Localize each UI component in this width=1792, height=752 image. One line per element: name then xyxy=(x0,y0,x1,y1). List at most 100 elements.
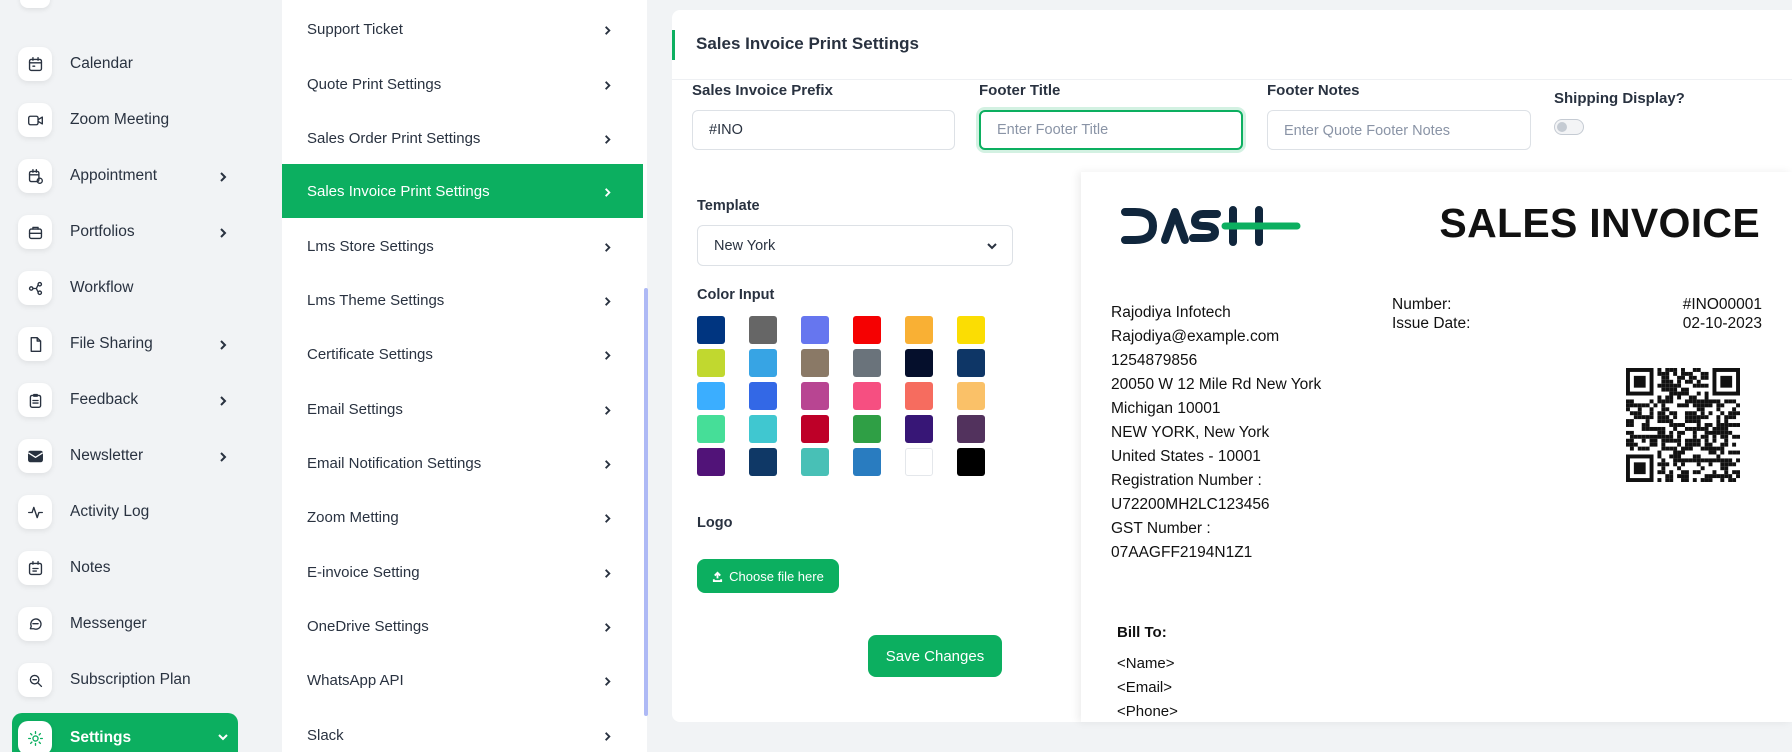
chevron-right-icon xyxy=(602,294,613,306)
company-detail-line: NEW YORK, New York xyxy=(1111,424,1270,441)
nav-item-calendar[interactable]: Calendar xyxy=(12,41,238,87)
submenu-item-label: Quote Print Settings xyxy=(307,75,442,93)
color-swatch[interactable] xyxy=(905,349,933,377)
color-swatch[interactable] xyxy=(801,382,829,410)
color-swatch[interactable] xyxy=(905,316,933,344)
nav-item-label: Workflow xyxy=(70,279,134,296)
color-swatch[interactable] xyxy=(853,316,881,344)
submenu-item-sales-invoice-print-settings[interactable]: Sales Invoice Print Settings xyxy=(282,164,643,218)
color-swatch[interactable] xyxy=(853,382,881,410)
qr-code-icon xyxy=(1626,368,1740,482)
color-swatch[interactable] xyxy=(697,448,725,476)
chevron-down-icon xyxy=(217,730,229,742)
issue-date-label: Issue Date: xyxy=(1392,315,1471,332)
nav-item-portfolios[interactable]: Portfolios xyxy=(12,209,238,255)
color-swatch[interactable] xyxy=(957,382,985,410)
nav-item-appointment[interactable]: Appointment xyxy=(12,153,238,199)
submenu-item-label: WhatsApp API xyxy=(307,671,404,689)
nav-item-feedback[interactable]: Feedback xyxy=(12,377,238,423)
prefix-input[interactable] xyxy=(692,110,955,150)
color-swatch[interactable] xyxy=(853,349,881,377)
chevron-right-icon xyxy=(217,226,229,238)
nav-icon-partial xyxy=(20,0,50,8)
color-swatch[interactable] xyxy=(801,349,829,377)
nav-item-label: Subscription Plan xyxy=(70,671,191,688)
color-swatch[interactable] xyxy=(905,382,933,410)
company-detail-line: United States - 10001 xyxy=(1111,448,1261,465)
submenu-scrollbar-thumb[interactable] xyxy=(644,288,648,716)
footer-title-input[interactable] xyxy=(979,110,1243,150)
submenu-item-onedrive-settings[interactable]: OneDrive Settings xyxy=(282,599,643,653)
company-detail-line: 07AAGFF2194N1Z1 xyxy=(1111,544,1253,561)
color-swatch[interactable] xyxy=(697,316,725,344)
nav-item-newsletter[interactable]: Newsletter xyxy=(12,433,238,479)
submenu-item-whatsapp-api[interactable]: WhatsApp API xyxy=(282,653,643,707)
color-swatch[interactable] xyxy=(801,448,829,476)
color-swatch[interactable] xyxy=(957,316,985,344)
color-swatch[interactable] xyxy=(801,415,829,443)
company-detail-line: 1254879856 xyxy=(1111,352,1198,369)
color-swatch[interactable] xyxy=(905,415,933,443)
gear-icon xyxy=(18,721,52,752)
submenu-item-lms-theme-settings[interactable]: Lms Theme Settings xyxy=(282,273,643,327)
submenu-item-certificate-settings[interactable]: Certificate Settings xyxy=(282,327,643,381)
chevron-right-icon xyxy=(217,394,229,406)
nav-item-label: Newsletter xyxy=(70,447,144,464)
submenu-item-e-invoice-setting[interactable]: E-invoice Setting xyxy=(282,545,643,599)
color-swatch[interactable] xyxy=(853,415,881,443)
color-swatch[interactable] xyxy=(697,382,725,410)
logo-label: Logo xyxy=(697,515,733,531)
nav-item-label: Activity Log xyxy=(70,503,150,520)
chevron-right-icon xyxy=(602,348,613,360)
nav-item-zoom-meeting[interactable]: Zoom Meeting xyxy=(12,97,238,143)
briefcase-icon xyxy=(18,215,52,249)
nav-item-label: Appointment xyxy=(70,167,158,184)
color-swatch[interactable] xyxy=(957,415,985,443)
chevron-right-icon xyxy=(602,23,613,35)
submenu-item-label: Slack xyxy=(307,726,344,744)
color-swatch[interactable] xyxy=(749,316,777,344)
color-input-label: Color Input xyxy=(697,287,775,303)
submenu-item-support-ticket[interactable]: Support Ticket xyxy=(282,2,643,56)
submenu-item-quote-print-settings[interactable]: Quote Print Settings xyxy=(282,57,643,111)
submenu-item-email-settings[interactable]: Email Settings xyxy=(282,382,643,436)
submenu-item-zoom-metting[interactable]: Zoom Metting xyxy=(282,490,643,544)
save-changes-button[interactable]: Save Changes xyxy=(868,635,1002,677)
color-swatch[interactable] xyxy=(749,415,777,443)
choose-file-button[interactable]: Choose file here xyxy=(697,559,839,593)
video-icon xyxy=(18,103,52,137)
template-select[interactable]: New York xyxy=(697,225,1013,266)
template-select-value: New York xyxy=(714,237,776,254)
file-icon xyxy=(18,327,52,361)
color-swatch[interactable] xyxy=(749,349,777,377)
color-swatch[interactable] xyxy=(957,349,985,377)
nav-item-subscription-plan[interactable]: Subscription Plan xyxy=(12,657,238,703)
color-swatch[interactable] xyxy=(801,316,829,344)
chevron-right-icon xyxy=(602,729,613,741)
nav-item-notes[interactable]: Notes xyxy=(12,545,238,591)
color-swatch[interactable] xyxy=(697,349,725,377)
company-detail-line: U72200MH2LC123456 xyxy=(1111,496,1270,513)
shipping-display-toggle[interactable] xyxy=(1554,119,1584,135)
color-swatch[interactable] xyxy=(905,448,933,476)
color-swatch[interactable] xyxy=(749,448,777,476)
color-swatch[interactable] xyxy=(957,448,985,476)
chevron-right-icon xyxy=(602,185,613,197)
footer-title-label: Footer Title xyxy=(979,82,1061,99)
submenu-item-slack[interactable]: Slack xyxy=(282,708,643,752)
nav-item-activity-log[interactable]: Activity Log xyxy=(12,489,238,535)
nav-item-settings[interactable]: Settings xyxy=(12,713,238,752)
nav-item-workflow[interactable]: Workflow xyxy=(12,265,238,311)
nav-item-file-sharing[interactable]: File Sharing xyxy=(12,321,238,367)
color-swatch[interactable] xyxy=(697,415,725,443)
submenu-item-lms-store-settings[interactable]: Lms Store Settings xyxy=(282,219,643,273)
nav-item-messenger[interactable]: Messenger xyxy=(12,601,238,647)
submenu-item-sales-order-print-settings[interactable]: Sales Order Print Settings xyxy=(282,111,643,165)
calendar-clock-icon xyxy=(18,159,52,193)
color-swatch[interactable] xyxy=(853,448,881,476)
chevron-right-icon xyxy=(602,511,613,523)
footer-notes-textarea[interactable] xyxy=(1267,110,1531,150)
color-swatch[interactable] xyxy=(749,382,777,410)
submenu-item-email-notification-settings[interactable]: Email Notification Settings xyxy=(282,436,643,490)
chevron-right-icon xyxy=(602,620,613,632)
